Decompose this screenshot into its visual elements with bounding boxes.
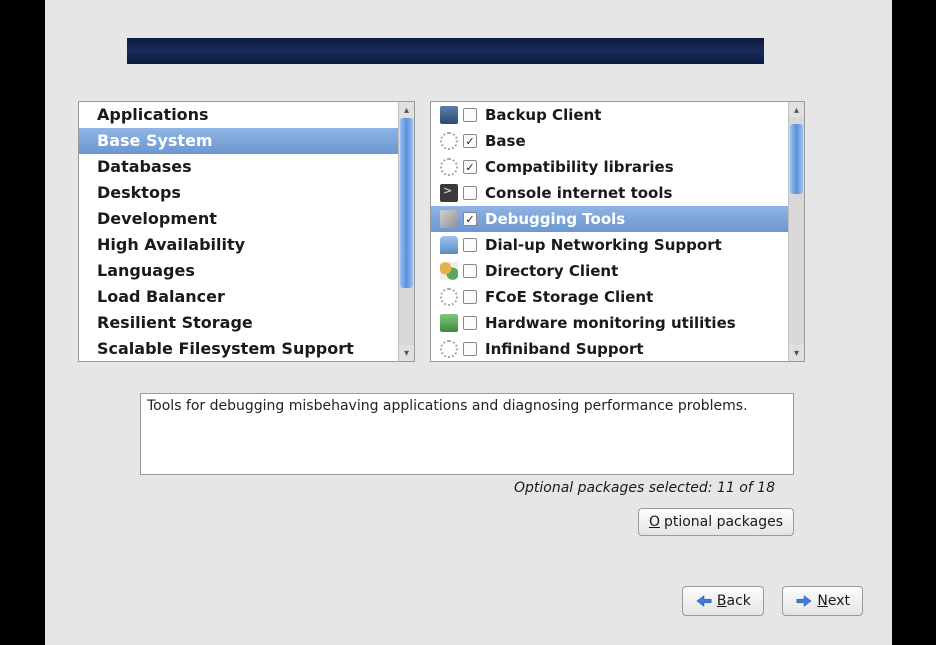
back-button[interactable]: Back [682,586,764,616]
category-item[interactable]: Databases [79,154,398,180]
optional-status-label: Optional packages selected: 11 of 18 [140,480,775,496]
package-checkbox[interactable]: ✓ [463,212,477,226]
package-item[interactable]: ✓ Compatibility libraries [431,154,788,180]
category-label: Scalable Filesystem Support [97,339,354,358]
category-label: Load Balancer [97,287,225,306]
nav-button-row: Back Next [78,586,863,616]
category-item[interactable]: Resilient Storage [79,310,398,336]
package-checkbox[interactable] [463,342,477,356]
package-label: Infiniband Support [485,340,644,358]
description-text: Tools for debugging misbehaving applicat… [147,398,748,414]
package-icon [439,183,459,203]
category-listbox[interactable]: Applications Base System Databases Desktops… [78,101,415,362]
category-item[interactable]: Load Balancer [79,284,398,310]
package-item[interactable]: ✓ Debugging Tools [431,206,788,232]
package-checkbox[interactable] [463,108,477,122]
category-label: Languages [97,261,195,280]
category-item[interactable]: High Availability [79,232,398,258]
scroll-down-icon[interactable]: ▾ [789,345,804,361]
package-checkbox[interactable] [463,238,477,252]
package-checkbox[interactable]: ✓ [463,134,477,148]
package-icon [439,287,459,307]
package-checkbox[interactable] [463,186,477,200]
next-label-rest: ext [828,593,850,609]
arrow-right-icon [795,594,813,608]
scrollbar-thumb[interactable] [790,124,803,194]
category-label: High Availability [97,235,245,254]
category-label: Applications [97,105,209,124]
package-item[interactable]: Infiniband Support [431,336,788,361]
package-item[interactable]: ✓ Base [431,128,788,154]
package-icon [439,105,459,125]
package-checkbox[interactable] [463,264,477,278]
package-icon [439,131,459,151]
package-item[interactable]: Backup Client [431,102,788,128]
category-label: Databases [97,157,192,176]
package-label: Compatibility libraries [485,158,674,176]
package-icon [439,261,459,281]
package-label: Hardware monitoring utilities [485,314,736,332]
package-item[interactable]: Dial-up Networking Support [431,232,788,258]
optional-packages-button[interactable]: Optional packages [638,508,794,536]
back-label-rest: ack [727,593,751,609]
selection-columns: Applications Base System Databases Desktops… [78,101,860,362]
optional-button-row: Optional packages [140,508,794,536]
category-list-inner: Applications Base System Databases Desktops… [79,102,398,361]
package-label: Console internet tools [485,184,672,202]
optional-mnemonic: O [649,514,660,530]
scroll-up-icon[interactable]: ▴ [789,102,804,118]
package-listbox[interactable]: Backup Client ✓ Base ✓ Compatibility librari… [430,101,805,362]
category-item[interactable]: Base System [79,128,398,154]
package-icon [439,157,459,177]
package-item[interactable]: Hardware monitoring utilities [431,310,788,336]
category-label: Resilient Storage [97,313,253,332]
installer-window: Applications Base System Databases Desktops… [45,0,892,645]
package-icon [439,235,459,255]
category-scrollbar[interactable]: ▴ ▾ [398,102,414,361]
scrollbar-thumb[interactable] [400,118,413,288]
next-button[interactable]: Next [782,586,863,616]
scrollbar-track[interactable] [399,118,414,345]
package-item[interactable]: Directory Client [431,258,788,284]
category-label: Desktops [97,183,181,202]
package-item[interactable]: Console internet tools [431,180,788,206]
category-label: Base System [97,131,213,150]
category-item[interactable]: Scalable Filesystem Support [79,336,398,361]
package-item[interactable]: FCoE Storage Client [431,284,788,310]
package-icon [439,209,459,229]
category-item[interactable]: Applications [79,102,398,128]
package-checkbox[interactable] [463,316,477,330]
category-item[interactable]: Desktops [79,180,398,206]
next-mnemonic: N [817,593,827,609]
package-checkbox[interactable] [463,290,477,304]
scroll-down-icon[interactable]: ▾ [399,345,414,361]
package-scrollbar[interactable]: ▴ ▾ [788,102,804,361]
package-label: Directory Client [485,262,618,280]
package-checkbox[interactable]: ✓ [463,160,477,174]
optional-label-rest: ptional packages [664,514,783,530]
package-label: Dial-up Networking Support [485,236,722,254]
package-label: Debugging Tools [485,210,625,228]
package-label: Base [485,132,526,150]
category-item[interactable]: Languages [79,258,398,284]
scrollbar-track[interactable] [789,118,804,345]
category-label: Development [97,209,217,228]
arrow-left-icon [695,594,713,608]
scroll-up-icon[interactable]: ▴ [399,102,414,118]
header-band [127,38,764,64]
category-item[interactable]: Development [79,206,398,232]
package-icon [439,313,459,333]
package-label: FCoE Storage Client [485,288,653,306]
package-icon [439,339,459,359]
description-box: Tools for debugging misbehaving applicat… [140,393,794,475]
package-label: Backup Client [485,106,601,124]
back-mnemonic: B [717,593,727,609]
package-list-inner: Backup Client ✓ Base ✓ Compatibility librari… [431,102,788,361]
